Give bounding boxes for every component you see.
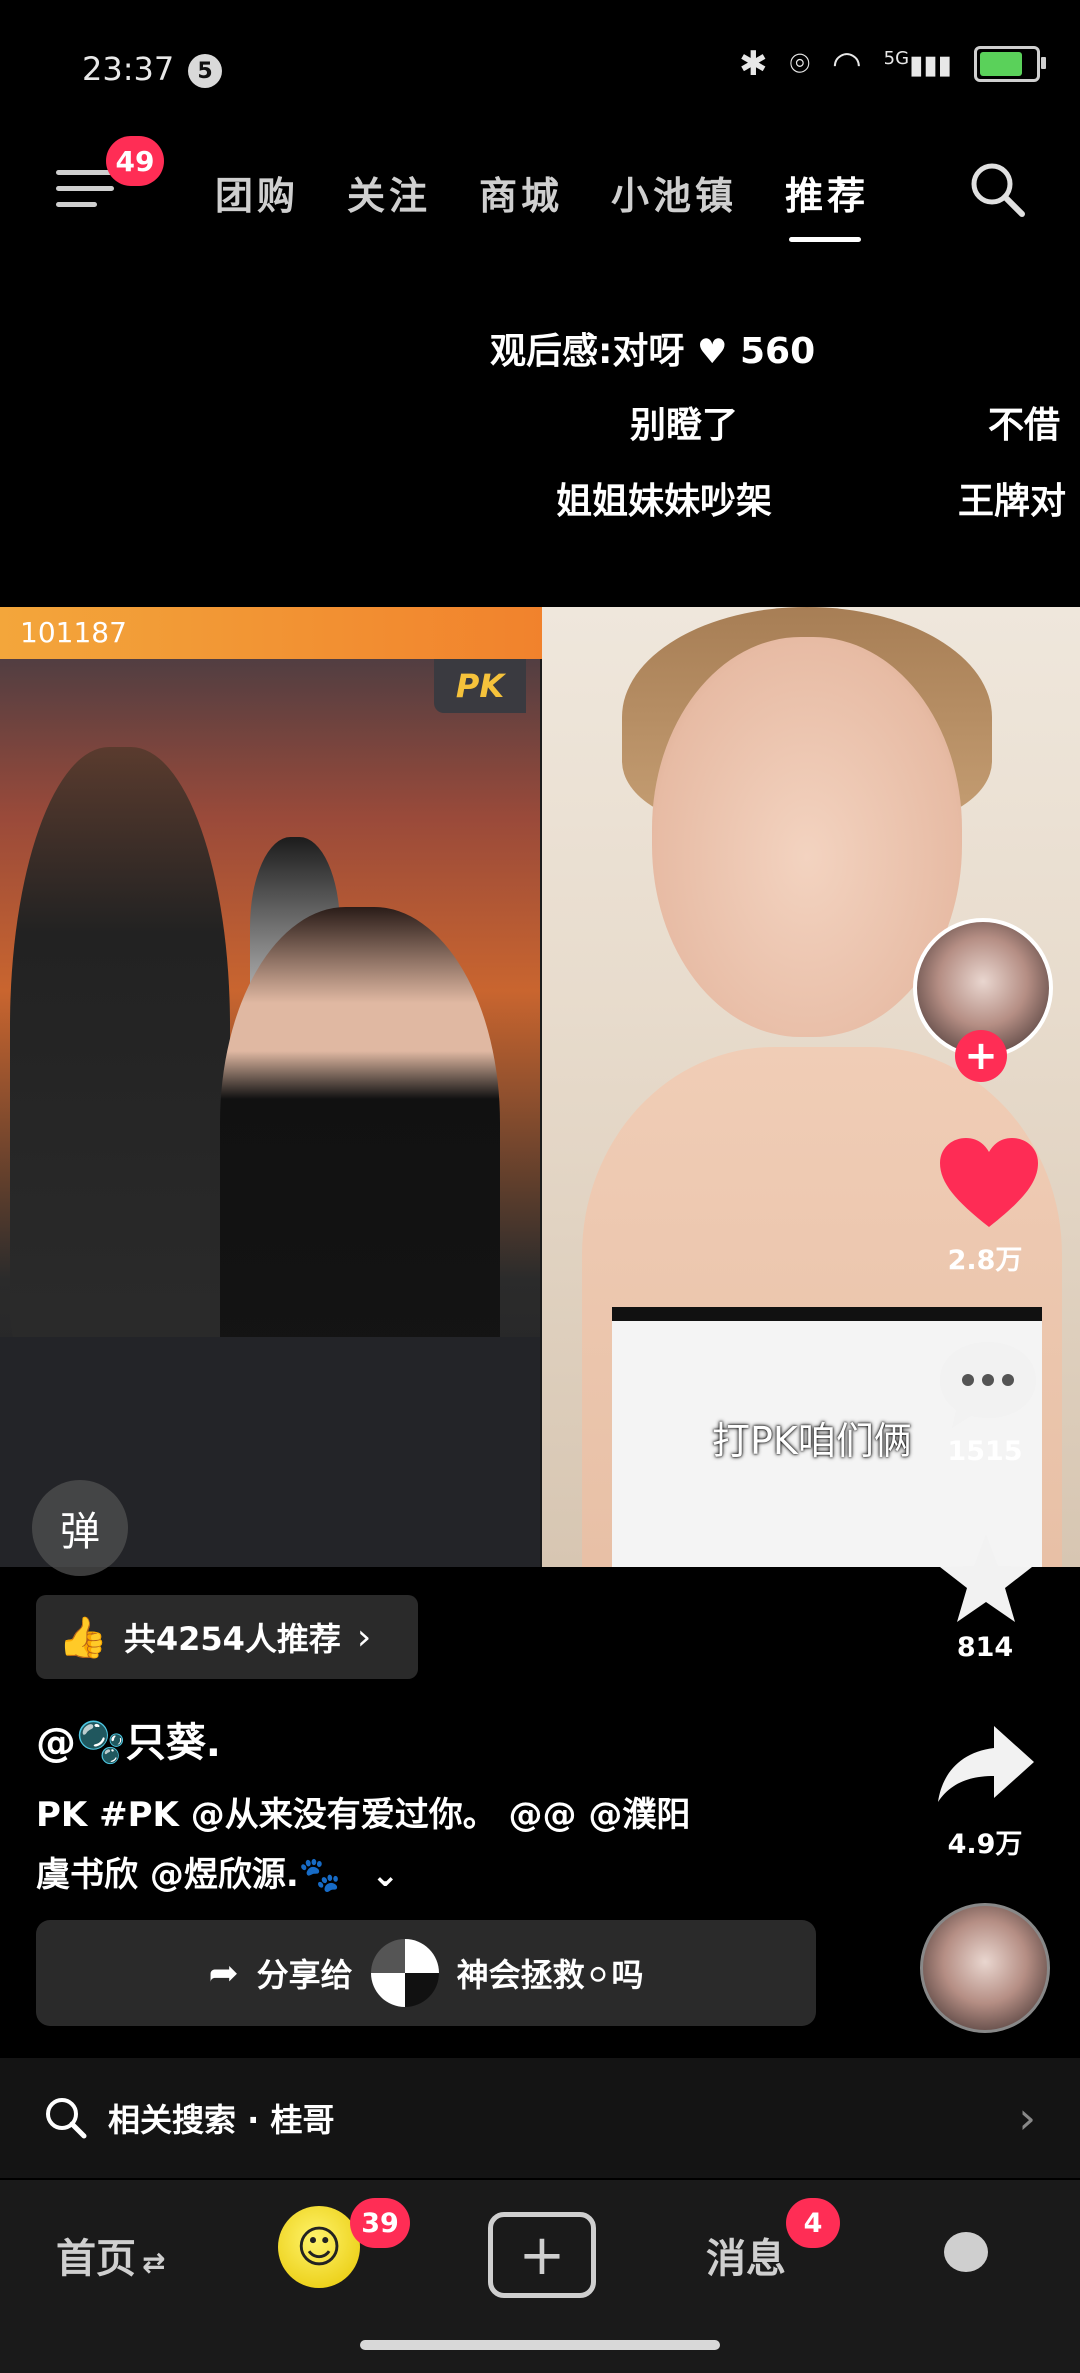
friends-emoji-avatar[interactable]: ☺ — [278, 2206, 360, 2288]
related-search-bar[interactable]: 相关搜索 · 桂哥 › — [0, 2058, 1080, 2178]
comment-count: 1515 — [947, 1436, 1023, 1467]
search-icon[interactable] — [968, 160, 1026, 218]
profile-icon[interactable] — [944, 2232, 988, 2272]
recommend-text: 共4254人推荐 — [123, 1620, 341, 1658]
create-post-button[interactable]: + — [488, 2212, 596, 2298]
video-left-panel: 101187 PK — [0, 607, 560, 1567]
tab-following[interactable]: 关注 — [347, 165, 431, 220]
danmaku-item: 姐姐妹妹吵架 — [556, 481, 773, 522]
bluetooth-icon: ✱ — [739, 44, 768, 84]
expand-chevron-icon[interactable]: ⌄ — [371, 1855, 400, 1895]
tab-recommend[interactable]: 推荐 — [785, 165, 869, 242]
heart-icon: ♥ — [696, 332, 728, 372]
favorite-icon[interactable] — [936, 1530, 1036, 1626]
description-line-2: 虞书欣 @煜欣源.🐾 — [36, 1855, 342, 1895]
tab-local[interactable]: 小池镇 — [611, 165, 737, 220]
share-count: 4.9万 — [947, 1829, 1023, 1860]
related-search-text: 相关搜索 · 桂哥 — [108, 2101, 335, 2139]
home-indicator — [360, 2340, 720, 2350]
signal-icon: 5G▮▮▮ — [883, 47, 952, 81]
video-description[interactable]: PK #PK @从来没有爱过你。 @@ @濮阳 虞书欣 @煜欣源.🐾 ⌄ — [36, 1785, 856, 1905]
danmaku-item: 别瞪了 — [630, 405, 739, 446]
location-icon: ⌾ — [789, 44, 810, 84]
messages-badge: 4 — [786, 2198, 840, 2248]
share-arrow-icon: ➦ — [208, 1952, 239, 1994]
nav-home[interactable]: 首页 ⇄ — [56, 2226, 165, 2284]
wifi-icon: ◠ — [831, 44, 862, 84]
person-figure — [220, 907, 500, 1387]
music-disc-avatar[interactable] — [920, 1903, 1050, 2033]
pk-logo: PK — [434, 659, 526, 713]
danmaku-item: 不借 — [988, 405, 1061, 446]
person-figure — [10, 747, 230, 1367]
menu-icon[interactable] — [56, 170, 114, 210]
friend-avatar — [370, 1939, 439, 2007]
tab-tuangou[interactable]: 团购 — [215, 165, 299, 220]
danmaku-item: 观后感:对呀 ♥ 560 — [490, 331, 816, 372]
thumbs-up-icon: 👍 — [58, 1614, 108, 1661]
like-icon[interactable] — [936, 1135, 1042, 1231]
search-icon — [46, 2098, 87, 2139]
friends-badge: 39 — [350, 2198, 410, 2248]
chevron-right-icon: › — [356, 1616, 372, 1658]
video-left-banner: 101187 — [0, 607, 560, 659]
video-subtitle: 打PK咱们俩 — [712, 1419, 912, 1463]
favorite-count: 814 — [956, 1632, 1014, 1663]
danmaku-toggle-button[interactable]: 弹 — [32, 1480, 128, 1576]
menu-badge: 49 — [106, 136, 164, 186]
share-icon[interactable] — [934, 1722, 1038, 1806]
comment-icon[interactable] — [936, 1338, 1040, 1430]
description-line-1: PK #PK @从来没有爱过你。 @@ @濮阳 — [36, 1795, 691, 1835]
status-time: 23:37 — [82, 50, 175, 88]
nav-messages[interactable]: 消息 — [706, 2226, 786, 2284]
share-prefix: 分享给 — [256, 1956, 353, 1994]
tab-mall[interactable]: 商城 — [479, 165, 563, 220]
battery-icon — [974, 46, 1046, 82]
danmaku-item: 王牌对 — [958, 481, 1067, 522]
notification-count-badge: 5 — [188, 54, 222, 88]
follow-button[interactable]: + — [955, 1030, 1007, 1082]
top-tabs: 团购 关注 商城 小池镇 推荐 — [215, 165, 869, 242]
author-name[interactable]: @🫧只葵. — [36, 1710, 221, 1768]
share-target: 神会拯救⚪吗 — [456, 1956, 644, 1994]
like-count: 2.8万 — [947, 1245, 1023, 1276]
recommend-button[interactable]: 👍 共4254人推荐 › — [36, 1595, 418, 1679]
share-to-friend-bar[interactable]: ➦ 分享给 神会拯救⚪吗 — [36, 1920, 816, 2026]
status-icons: ✱ ⌾ ◠ 5G▮▮▮ — [739, 44, 1046, 84]
chevron-right-icon: › — [1018, 2092, 1036, 2144]
video-player[interactable]: 101187 PK — [0, 607, 1080, 1567]
